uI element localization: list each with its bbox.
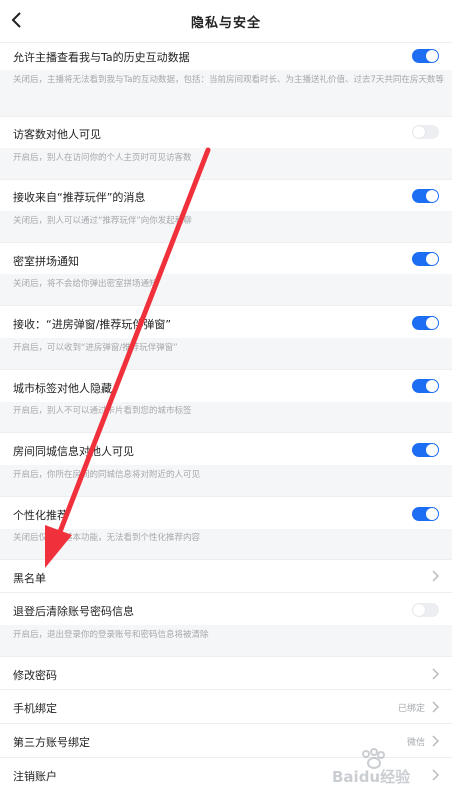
description-text: 开启后，你所在房间的同城信息将对附近的人可见	[13, 470, 201, 480]
change-password-row[interactable]: 修改密码	[0, 656, 452, 690]
setting-description: 开启后，退出登录你的登录账号和密码信息将被清除	[0, 625, 452, 656]
description-text: 开启后，可以收到“进房弹窗/推荐玩伴弹窗”	[13, 343, 178, 353]
setting-label: 个性化推荐	[13, 509, 68, 522]
change-password-label: 修改密码	[13, 669, 57, 682]
page-title: 隐私与安全	[190, 16, 261, 31]
third-party-binding-label: 第三方账号绑定	[13, 736, 90, 749]
setting-row-host-view-interaction[interactable]: 允许主播查看我与Ta的历史互动数据	[0, 42, 452, 70]
blacklist-label: 黑名单	[13, 572, 46, 585]
toggle-knob	[426, 380, 438, 392]
setting-label: 允许主播查看我与Ta的历史互动数据	[13, 51, 190, 64]
setting-description: 开启后，可以收到“进房弹窗/推荐玩伴弹窗”	[0, 338, 452, 369]
setting-description: 开启后，你所在房间的同城信息将对附近的人可见	[0, 465, 452, 496]
toggle-switch-visitor-count[interactable]	[412, 125, 439, 139]
watermark-text: Baidu经验	[332, 768, 411, 786]
toggle-knob	[426, 444, 438, 456]
paw-toe	[362, 750, 370, 758]
cancel-account-label: 注销账户	[13, 770, 57, 783]
toggle-switch-host-view-interaction[interactable]	[412, 49, 439, 63]
toggle-switch-escape-room-notice[interactable]	[412, 252, 439, 266]
toggle-knob	[426, 253, 438, 265]
toggle-switch-recommend-messages[interactable]	[412, 189, 439, 203]
setting-label: 退登后清除账号密码信息	[13, 605, 134, 618]
toggle-knob	[413, 604, 425, 616]
description-text: 关闭后，将不会给你弹出密室拼场通知	[13, 279, 158, 289]
setting-description: 关闭后仅保留基本功能，无法看到个性化推荐内容	[0, 529, 452, 559]
phone-binding-row[interactable]: 手机绑定 已绑定	[0, 689, 452, 723]
navigation-bar: 隐私与安全	[0, 0, 452, 42]
description-text: 关闭后，主播将无法看到我与Ta的互动数据，包括：当前房间观看时长、为主播送礼价值…	[13, 75, 444, 85]
setting-row-room-city-info[interactable]: 房间同城信息对他人可见	[0, 432, 452, 465]
setting-description: 开启后，别人不可以通过卡片看到您的城市标签	[0, 402, 452, 432]
setting-row-escape-room-notice[interactable]: 密室拼场通知	[0, 242, 452, 274]
paw-pad	[367, 757, 381, 769]
toggle-knob	[426, 508, 438, 520]
description-text: 关闭后仅保留基本功能，无法看到个性化推荐内容	[13, 533, 201, 543]
setting-row-personalized-recommend[interactable]: 个性化推荐	[0, 496, 452, 529]
toggle-switch-personalized-recommend[interactable]	[412, 507, 439, 521]
blacklist-row[interactable]: 黑名单	[0, 559, 452, 592]
setting-description: 开启后，别人在访问你的个人主页时可见访客数	[0, 148, 452, 179]
chevron-right-icon	[432, 701, 440, 713]
phone-binding-label: 手机绑定	[13, 702, 57, 715]
toggle-switch-city-tag[interactable]	[412, 379, 439, 393]
description-text: 开启后，别人在访问你的个人主页时可见访客数	[13, 153, 192, 163]
phone-binding-status: 已绑定	[397, 704, 425, 714]
setting-row-room-popups[interactable]: 接收：“进房弹窗/推荐玩伴弹窗”	[0, 305, 452, 338]
toggle-switch-clear-account-info[interactable]	[412, 603, 439, 617]
setting-label: 城市标签对他人隐藏	[13, 382, 112, 395]
chevron-right-icon	[432, 668, 440, 680]
chevron-right-icon	[432, 570, 440, 582]
setting-row-visitor-count[interactable]: 访客数对他人可见	[0, 116, 452, 148]
toggle-knob	[426, 50, 438, 62]
setting-row-clear-account-info[interactable]: 退登后清除账号密码信息	[0, 592, 452, 625]
toggle-switch-room-city-info[interactable]	[412, 443, 439, 457]
description-text: 开启后，别人不可以通过卡片看到您的城市标签	[13, 406, 192, 416]
description-text: 关闭后，别人可以通过“推荐玩伴”向你发起私聊	[13, 216, 192, 226]
setting-label: 密室拼场通知	[13, 255, 79, 268]
setting-label: 房间同城信息对他人可见	[13, 445, 134, 458]
setting-row-city-tag[interactable]: 城市标签对他人隐藏	[0, 369, 452, 402]
description-text: 开启后，退出登录你的登录账号和密码信息将被清除	[13, 630, 209, 640]
setting-label: 接收：“进房弹窗/推荐玩伴弹窗”	[13, 318, 172, 331]
paw-toe	[370, 748, 378, 756]
setting-label: 接收来自“推荐玩伴”的消息	[13, 191, 146, 204]
baidu-jingyan-watermark: Baidu经验	[332, 748, 411, 786]
toggle-switch-room-popups[interactable]	[412, 316, 439, 330]
setting-description: 关闭后，主播将无法看到我与Ta的互动数据，包括：当前房间观看时长、为主播送礼价值…	[0, 70, 452, 116]
setting-description: 关闭后，别人可以通过“推荐玩伴”向你发起私聊	[0, 211, 452, 242]
setting-row-recommend-messages[interactable]: 接收来自“推荐玩伴”的消息	[0, 179, 452, 211]
toggle-knob	[413, 126, 425, 138]
toggle-knob	[426, 190, 438, 202]
setting-label: 访客数对他人可见	[13, 128, 101, 141]
toggle-knob	[426, 317, 438, 329]
setting-description: 关闭后，将不会给你弹出密室拼场通知	[0, 274, 452, 305]
paw-toe	[377, 751, 385, 759]
